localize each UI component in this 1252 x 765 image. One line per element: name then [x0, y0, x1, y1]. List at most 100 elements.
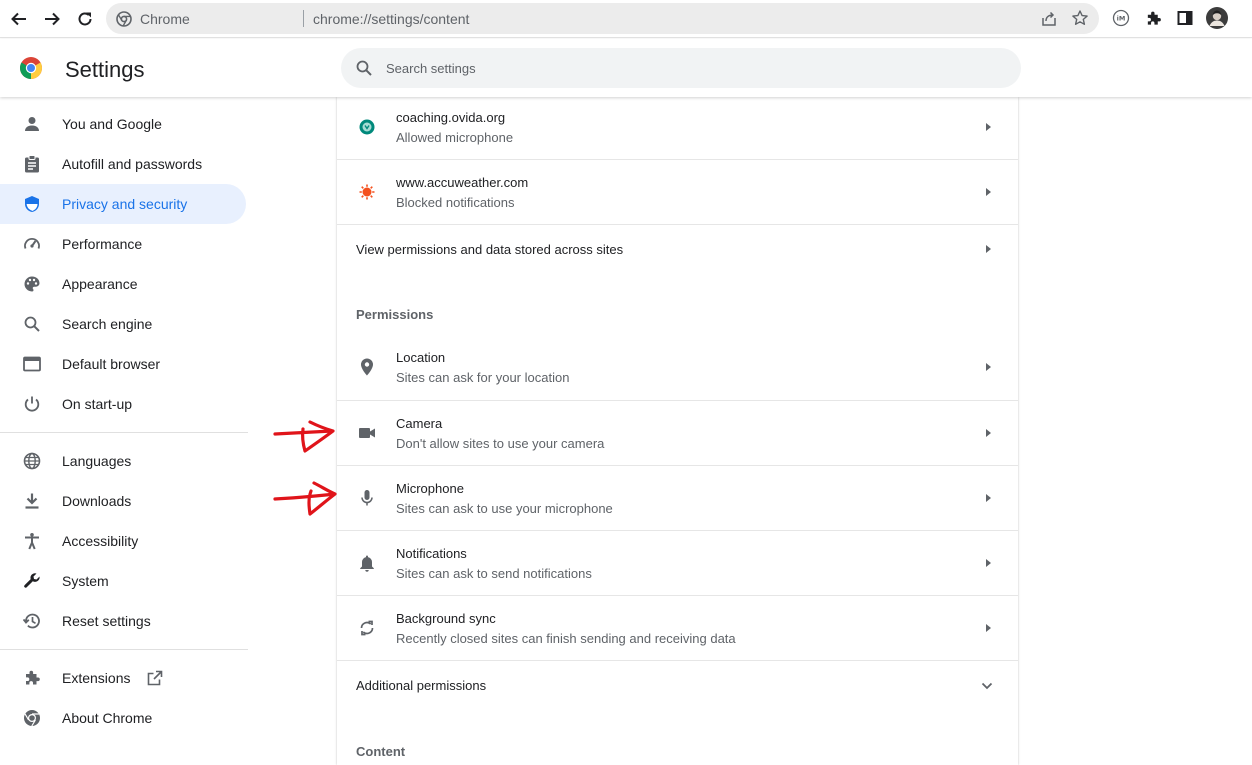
permission-row-notifications[interactable]: Notifications Sites can ask to send noti…: [337, 530, 1018, 595]
arrow-right-icon: [986, 123, 991, 131]
accessibility-icon: [22, 531, 42, 551]
permissions-heading: Permissions: [356, 307, 434, 322]
recent-site-row[interactable]: coaching.ovida.org Allowed microphone: [337, 97, 1018, 159]
content-settings-card: coaching.ovida.org Allowed microphone ww…: [337, 97, 1018, 765]
permission-description: Sites can ask for your location: [396, 370, 570, 385]
sidebar-item-label: Languages: [62, 453, 132, 469]
arrow-right-icon: [986, 624, 991, 632]
sidebar-item-autofill[interactable]: Autofill and passwords: [0, 144, 246, 184]
content-heading: Content: [356, 744, 406, 759]
browser-window-icon: [22, 354, 42, 374]
page-title: Settings: [65, 57, 145, 82]
sidebar-item-label: Default browser: [62, 356, 161, 372]
history-icon: [22, 611, 42, 631]
site-favicon-icon: [357, 117, 377, 137]
recent-site-row[interactable]: www.accuweather.com Blocked notification…: [337, 159, 1018, 224]
permission-row-camera[interactable]: Camera Don't allow sites to use your cam…: [337, 400, 1018, 465]
sidebar-item-languages[interactable]: Languages: [0, 441, 246, 481]
profile-avatar[interactable]: [1206, 7, 1228, 29]
site-favicon-icon: [357, 182, 377, 202]
site-name: www.accuweather.com: [396, 175, 529, 190]
sidebar-item-search-engine[interactable]: Search engine: [0, 304, 246, 344]
sidebar-item-label: About Chrome: [62, 710, 153, 726]
sidebar-divider: [0, 432, 248, 433]
additional-permissions-label: Additional permissions: [356, 678, 487, 693]
sidebar-item-downloads[interactable]: Downloads: [0, 481, 246, 521]
arrow-right-icon: [986, 429, 991, 437]
search-icon: [22, 314, 42, 334]
sidebar-item-default-browser[interactable]: Default browser: [0, 344, 246, 384]
view-permissions-row[interactable]: View permissions and data stored across …: [337, 224, 1018, 274]
permission-title: Background sync: [396, 611, 496, 626]
sidebar-item-label: Downloads: [62, 493, 132, 509]
settings-sidebar: You and Google Autofill and passwords Pr…: [0, 97, 248, 765]
palette-icon: [22, 274, 42, 294]
address-url[interactable]: chrome://settings/content: [313, 11, 469, 27]
address-bar[interactable]: Chrome chrome://settings/content: [106, 3, 1099, 34]
sidebar-item-label: On start-up: [62, 396, 133, 412]
arrow-right-icon: [986, 494, 991, 502]
sidebar-item-on-startup[interactable]: On start-up: [0, 384, 246, 424]
clipboard-icon: [22, 154, 42, 174]
external-link-icon: [147, 670, 163, 686]
sidebar-item-label: Autofill and passwords: [62, 156, 203, 172]
sidebar-item-label: Performance: [62, 236, 143, 252]
sidebar-item-appearance[interactable]: Appearance: [0, 264, 246, 304]
sidebar-item-label: Accessibility: [62, 533, 139, 549]
sidebar-item-label: You and Google: [62, 116, 162, 132]
sidebar-item-label: Appearance: [62, 276, 138, 292]
permission-row-location[interactable]: Location Sites can ask for your location: [337, 335, 1018, 400]
extensions-menu-button[interactable]: [1143, 8, 1163, 28]
camera-icon: [357, 423, 377, 443]
permission-description: Recently closed sites can finish sending…: [396, 631, 736, 646]
chevron-down-icon[interactable]: [981, 680, 993, 692]
sidebar-item-label: Extensions: [62, 670, 131, 686]
share-icon[interactable]: [1040, 10, 1058, 28]
sidebar-item-about-chrome[interactable]: About Chrome: [0, 698, 246, 738]
sidebar-item-extensions[interactable]: Extensions: [0, 658, 246, 698]
annotation-arrow-camera: [273, 420, 335, 453]
site-name: coaching.ovida.org: [396, 110, 506, 125]
arrow-right-icon: [986, 559, 991, 567]
speedometer-icon: [22, 234, 42, 254]
chrome-outline-icon: [22, 708, 42, 728]
view-permissions-label: View permissions and data stored across …: [356, 242, 624, 257]
permission-title: Location: [396, 350, 446, 365]
permission-title: Microphone: [396, 481, 464, 496]
svg-text:iM: iM: [1117, 15, 1126, 23]
arrow-right-icon: [986, 245, 991, 253]
settings-header: Settings: [0, 39, 1252, 97]
arrow-right-icon: [986, 363, 991, 371]
side-panel-button[interactable]: [1175, 8, 1195, 28]
additional-permissions-row[interactable]: Additional permissions: [337, 660, 1018, 710]
settings-search[interactable]: [341, 48, 1021, 88]
address-origin-label: Chrome: [140, 11, 190, 27]
permission-row-microphone[interactable]: Microphone Sites can ask to use your mic…: [337, 465, 1018, 530]
sidebar-item-reset-settings[interactable]: Reset settings: [0, 601, 246, 641]
person-icon: [22, 114, 42, 134]
forward-button[interactable]: [41, 8, 63, 30]
search-input[interactable]: [386, 58, 986, 78]
back-button[interactable]: [8, 8, 30, 30]
permission-row-background-sync[interactable]: Background sync Recently closed sites ca…: [337, 595, 1018, 660]
reload-icon: [78, 12, 92, 26]
chrome-site-icon: [116, 11, 132, 27]
permission-description: Sites can ask to send notifications: [396, 566, 592, 581]
permission-title: Notifications: [396, 546, 467, 561]
shield-icon: [22, 194, 42, 214]
sidebar-item-you-and-google[interactable]: You and Google: [0, 104, 246, 144]
reload-button[interactable]: [74, 8, 96, 30]
sidebar-item-label: System: [62, 573, 109, 589]
avatar-icon: [1206, 7, 1228, 29]
sidebar-item-system[interactable]: System: [0, 561, 246, 601]
bookmark-star-icon[interactable]: [1071, 9, 1089, 27]
sidebar-item-accessibility[interactable]: Accessibility: [0, 521, 246, 561]
sidebar-item-label: Search engine: [62, 316, 153, 332]
sidebar-item-performance[interactable]: Performance: [0, 224, 246, 264]
sidebar-item-privacy[interactable]: Privacy and security: [0, 184, 246, 224]
extension-button[interactable]: iM: [1111, 8, 1131, 28]
permission-description: Sites can ask to use your microphone: [396, 501, 613, 516]
chrome-logo-icon: [20, 57, 42, 79]
browser-toolbar: Chrome chrome://settings/content iM: [0, 0, 1252, 38]
sidebar-item-label: Privacy and security: [62, 196, 188, 212]
